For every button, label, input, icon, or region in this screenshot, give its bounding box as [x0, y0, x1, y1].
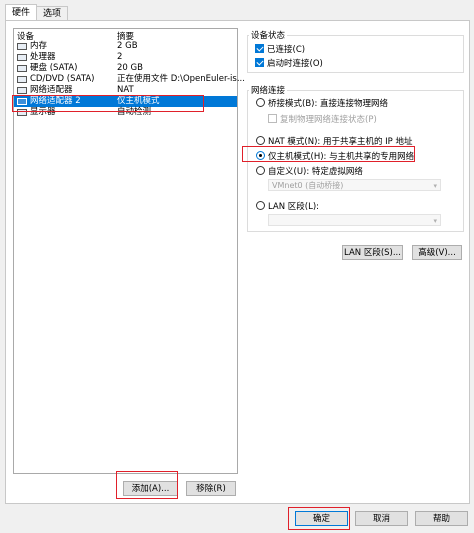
- connected-label[interactable]: 已连接(C): [267, 43, 305, 55]
- replicate-state-checkbox[interactable]: [268, 114, 277, 123]
- nat-radio[interactable]: [256, 136, 265, 145]
- device-name: CD/DVD (SATA): [30, 74, 95, 84]
- device-summary: 自动检测: [117, 107, 152, 117]
- custom-label[interactable]: 自定义(U): 特定虚拟网络: [268, 165, 363, 177]
- device-row[interactable]: 内存 2 GB: [14, 41, 237, 52]
- device-summary: 2 GB: [117, 41, 138, 51]
- device-list[interactable]: 设备 摘要 内存 2 GB 处理器 2 硬盘 (SATA) 20 GB CD/DVD (SA…: [13, 28, 245, 474]
- lan-segment-radio[interactable]: [256, 201, 265, 210]
- remove-button[interactable]: 移除(R): [186, 481, 236, 496]
- add-button[interactable]: 添加(A)...: [123, 481, 178, 496]
- network-adapter-icon: [17, 98, 27, 105]
- connect-at-power-on-checkbox[interactable]: [255, 58, 264, 67]
- device-list-header: 设备 摘要: [14, 29, 237, 42]
- host-only-label[interactable]: 仅主机模式(H): 与主机共享的专用网络: [268, 150, 414, 162]
- tab-hardware-label: 硬件: [11, 8, 30, 18]
- device-name: 硬盘 (SATA): [30, 63, 78, 73]
- device-name: 内存: [30, 41, 48, 51]
- connect-at-power-on-label[interactable]: 启动时连接(O): [267, 57, 323, 69]
- device-row[interactable]: 网络适配器 NAT: [14, 85, 237, 96]
- tab-options[interactable]: 选项: [36, 6, 68, 21]
- device-summary: NAT: [117, 85, 134, 95]
- bridged-label[interactable]: 桥接模式(B): 直接连接物理网络: [268, 97, 388, 109]
- replicate-state-label[interactable]: 复制物理网络连接状态(P): [280, 113, 377, 125]
- device-summary: 20 GB: [117, 63, 143, 73]
- custom-vmnet-select[interactable]: VMnet0 (自动桥接) ▾: [268, 179, 441, 191]
- bridged-radio[interactable]: [256, 98, 265, 107]
- custom-vmnet-value: VMnet0 (自动桥接): [272, 181, 344, 190]
- tab-hardware[interactable]: 硬件: [5, 4, 37, 21]
- cancel-button[interactable]: 取消: [355, 511, 408, 526]
- network-adapter-icon: [17, 87, 27, 94]
- help-button[interactable]: 帮助: [415, 511, 468, 526]
- device-name: 网络适配器: [30, 85, 73, 95]
- cdrom-icon: [17, 76, 27, 83]
- advanced-button[interactable]: 高级(V)...: [412, 245, 462, 260]
- memory-icon: [17, 43, 27, 50]
- device-row[interactable]: 硬盘 (SATA) 20 GB: [14, 63, 237, 74]
- display-icon: [17, 109, 27, 116]
- cpu-icon: [17, 54, 27, 61]
- host-only-radio[interactable]: [256, 151, 265, 160]
- device-summary: 仅主机模式: [117, 96, 160, 106]
- device-row[interactable]: CD/DVD (SATA) 正在使用文件 D:\OpenEuler-is...: [14, 74, 245, 85]
- device-summary: 正在使用文件 D:\OpenEuler-is...: [117, 74, 245, 84]
- device-row[interactable]: 网络适配器 2 仅主机模式: [14, 96, 237, 107]
- device-summary: 2: [117, 52, 123, 62]
- device-status-title: 设备状态: [249, 29, 288, 41]
- lan-segments-button[interactable]: LAN 区段(S)...: [342, 245, 403, 260]
- chevron-down-icon: ▾: [433, 217, 437, 225]
- ok-button[interactable]: 确定: [295, 511, 348, 526]
- network-connection-title: 网络连接: [249, 84, 288, 96]
- harddisk-icon: [17, 65, 27, 72]
- lan-segment-label[interactable]: LAN 区段(L):: [268, 200, 319, 212]
- device-name: 处理器: [30, 52, 56, 62]
- device-row[interactable]: 显示器 自动检测: [14, 107, 237, 118]
- lan-segment-select[interactable]: ▾: [268, 214, 441, 226]
- chevron-down-icon: ▾: [433, 182, 437, 190]
- tab-options-label: 选项: [42, 9, 61, 19]
- connected-checkbox[interactable]: [255, 44, 264, 53]
- device-name: 显示器: [30, 107, 56, 117]
- nat-label[interactable]: NAT 模式(N): 用于共享主机的 IP 地址: [268, 135, 413, 147]
- device-name: 网络适配器 2: [30, 96, 81, 106]
- device-row[interactable]: 处理器 2: [14, 52, 237, 63]
- custom-radio[interactable]: [256, 166, 265, 175]
